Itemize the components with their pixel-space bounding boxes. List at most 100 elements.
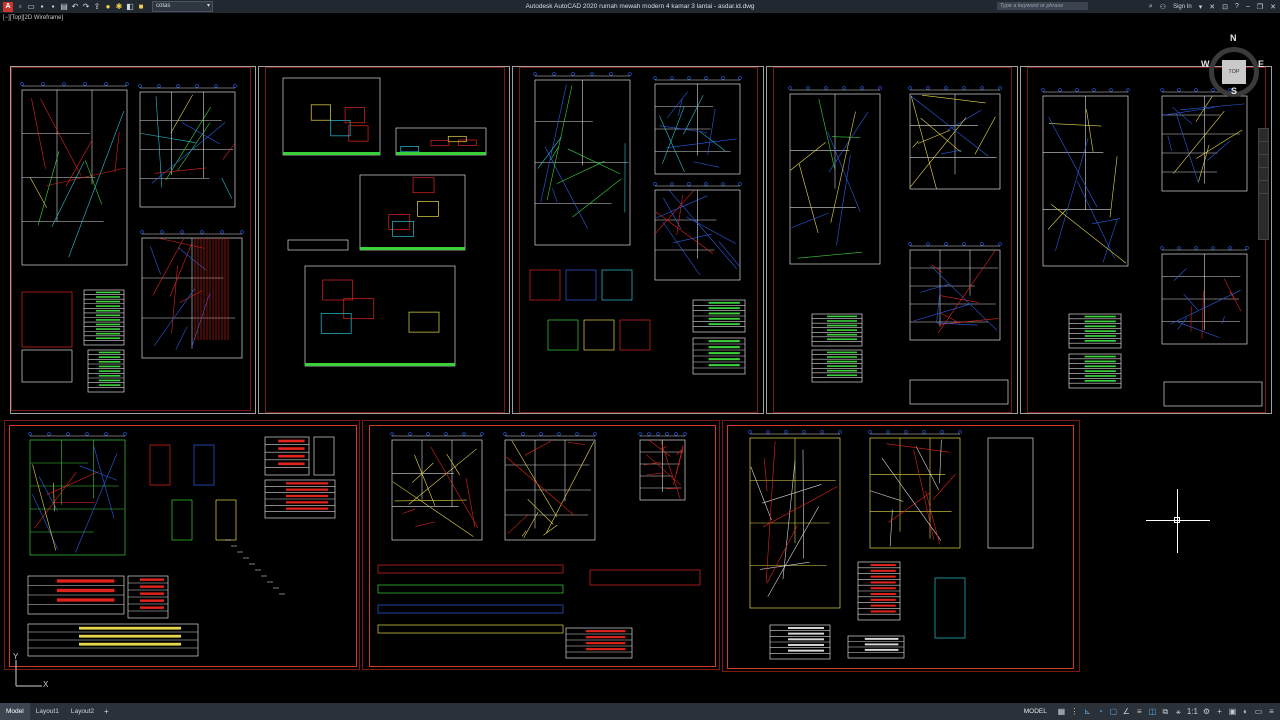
customize-icon[interactable]: ≡ <box>1267 707 1276 716</box>
grid-icon[interactable]: ▦ <box>1057 707 1066 716</box>
plan-annotation-line <box>798 164 819 233</box>
plan-annotation-line <box>527 499 554 525</box>
grid-bubble <box>886 430 890 434</box>
elevation-outline <box>395 127 487 156</box>
plan-annotation-line <box>699 131 726 152</box>
annotation-scale-icon[interactable]: ⚹ <box>1174 707 1183 716</box>
tab-layout1[interactable]: Layout1 <box>30 703 65 720</box>
plan-annotation-line <box>154 167 207 174</box>
table-text-bar <box>827 338 857 341</box>
plan-annotation-line <box>46 471 100 495</box>
workspace-icon[interactable]: ⚙ <box>1202 707 1211 716</box>
plan-annotation-line <box>676 446 684 474</box>
plan-annotation-line <box>414 454 436 506</box>
grid-bubble <box>670 182 674 186</box>
viewcube-top-face[interactable]: TOP <box>1222 60 1246 84</box>
table-text-bar <box>56 598 115 602</box>
plan-annotation-line <box>1086 109 1094 152</box>
viewcube[interactable]: TOP N S E W <box>1201 33 1264 97</box>
tab-layout2[interactable]: Layout2 <box>65 703 100 720</box>
clean-screen-icon[interactable]: ▭ <box>1254 707 1263 716</box>
plan-annotation-line <box>797 251 862 259</box>
plan-annotation-line <box>718 241 740 267</box>
polar-icon[interactable]: ◔ <box>1096 707 1105 716</box>
plan-annotation-line <box>221 177 233 199</box>
ground-line <box>305 363 455 366</box>
quick-properties-icon[interactable]: ▣ <box>1228 707 1237 716</box>
navigation-bar[interactable] <box>1258 128 1269 240</box>
compass-west[interactable]: W <box>1201 59 1210 69</box>
grid-bubble <box>944 242 948 246</box>
grid-bubble <box>552 72 556 76</box>
plan-annotation-line <box>546 441 595 533</box>
lineweight-icon[interactable]: ≡ <box>1135 707 1144 716</box>
transparency-icon[interactable]: ◫ <box>1148 707 1157 716</box>
table-text-bar <box>827 365 857 367</box>
compass-east[interactable]: E <box>1258 59 1264 69</box>
plan-annotation-line <box>114 131 120 173</box>
grid-bubble <box>962 242 966 246</box>
steering-wheel-icon[interactable] <box>1259 129 1268 142</box>
grid-bubble <box>926 242 930 246</box>
plan-annotation-line <box>921 94 986 104</box>
plan-annotation-line <box>932 474 956 500</box>
zoom-icon[interactable] <box>1259 155 1268 168</box>
plan-annotation-line <box>1048 123 1102 127</box>
tab-model[interactable]: Model <box>0 703 30 720</box>
plan-annotation-line <box>140 133 196 144</box>
cad-model-space[interactable] <box>0 0 1280 703</box>
plan-annotation-line <box>540 84 567 203</box>
grid-bubble <box>20 82 24 86</box>
plan-annotation-line <box>659 115 685 173</box>
plan-annotation-line <box>415 521 436 527</box>
table-text-bar <box>708 307 740 310</box>
ortho-icon[interactable]: ⊾ <box>1083 707 1092 716</box>
otrack-icon[interactable]: ∠ <box>1122 707 1131 716</box>
plan-annotation-line <box>1221 316 1225 324</box>
elevation-window <box>392 220 414 237</box>
ground-line <box>360 247 465 250</box>
compass-north[interactable]: N <box>1230 33 1237 43</box>
elevation-outline <box>359 174 466 251</box>
plan-annotation-line <box>910 117 967 188</box>
plan-annotation-line <box>707 108 716 156</box>
plan-annotation-line <box>660 446 668 450</box>
table-text-bar <box>870 587 896 590</box>
table-text-bar <box>1084 315 1116 318</box>
table-text-bar <box>96 309 120 312</box>
table-text-bar <box>827 356 857 358</box>
plan-annotation-line <box>763 458 768 492</box>
grid-bubble <box>738 182 742 186</box>
showmotion-icon[interactable] <box>1259 181 1268 194</box>
foundation-detail <box>149 444 171 486</box>
grid-bubble <box>426 432 430 436</box>
grid-bubble <box>28 432 32 436</box>
orbit-icon[interactable] <box>1259 168 1268 181</box>
compass-south[interactable]: S <box>1231 86 1237 96</box>
grid-bubble <box>1041 88 1045 92</box>
plan-annotation-line <box>673 445 684 485</box>
plan-annotation-line <box>1047 208 1067 230</box>
isolate-icon[interactable]: ◐ <box>1241 707 1250 716</box>
model-space-toggle[interactable]: MODEL <box>1024 708 1047 715</box>
units-icon[interactable]: + <box>1215 707 1224 716</box>
plan-annotation-line <box>179 290 203 304</box>
foundation-detail <box>193 444 215 486</box>
grid-bubble <box>721 182 725 186</box>
add-layout-button[interactable]: + <box>100 707 113 716</box>
scale-label[interactable]: 1:1 <box>1187 707 1198 716</box>
beam-section <box>377 604 564 614</box>
osnap-icon[interactable]: ▢ <box>1109 707 1118 716</box>
plan-annotation-line <box>546 85 573 201</box>
table-text-bar <box>140 578 164 581</box>
plan-annotation-line <box>1055 138 1089 251</box>
grid-bubble <box>647 432 651 436</box>
selection-cycling-icon[interactable]: ⧉ <box>1161 707 1170 716</box>
plan-annotation-line <box>750 466 772 521</box>
table-text-bar <box>96 337 120 340</box>
snap-icon[interactable]: ⋮ <box>1070 707 1079 716</box>
table-text-bar <box>98 365 121 368</box>
pan-icon[interactable] <box>1259 142 1268 155</box>
table-text-bar <box>1084 370 1116 372</box>
table-text-bar <box>864 637 899 640</box>
